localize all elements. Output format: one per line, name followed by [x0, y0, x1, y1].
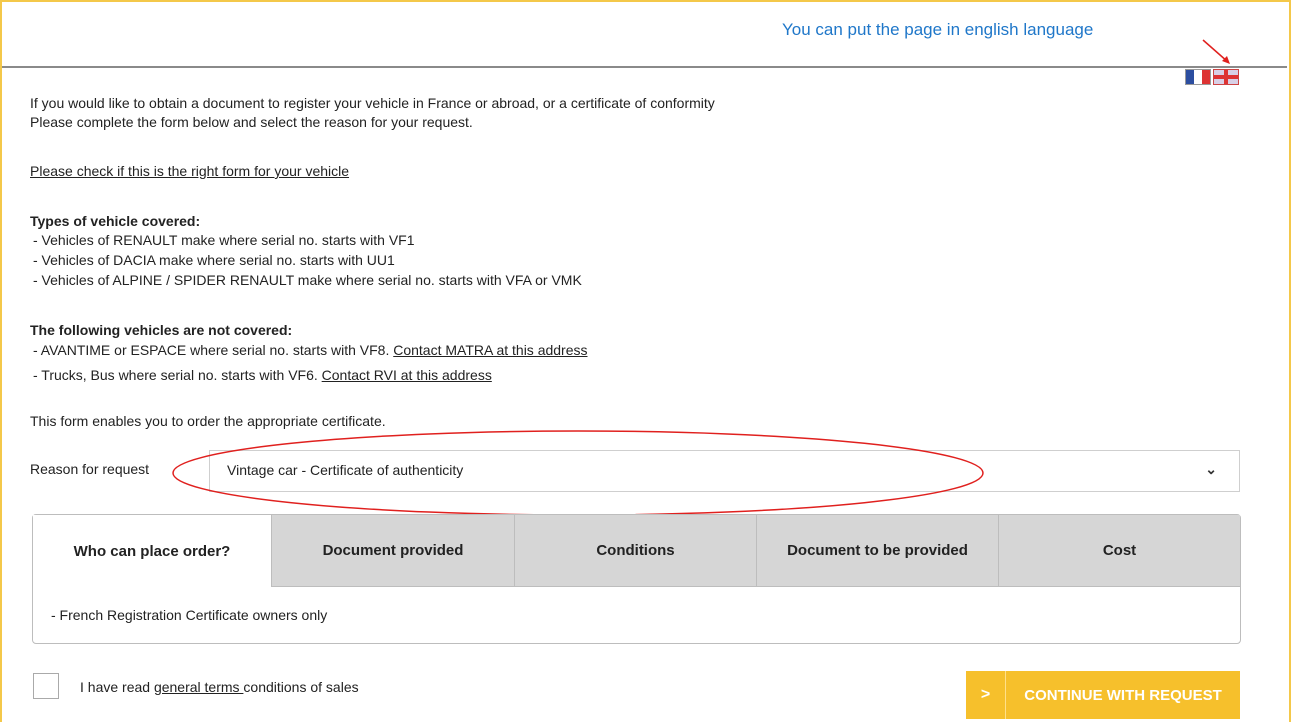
reason-label: Reason for request [30, 461, 150, 477]
info-tabs: Who can place order? Document provided C… [32, 514, 1241, 644]
terms-prefix: I have read [80, 679, 154, 695]
terms-suffix: conditions of sales [243, 679, 359, 695]
covered-item: - Vehicles of DACIA make where serial no… [33, 252, 395, 268]
covered-title: Types of vehicle covered: [30, 213, 201, 229]
continue-button-label: CONTINUE WITH REQUEST [1024, 686, 1222, 704]
language-hint: You can put the page in english language [782, 20, 1094, 39]
not-covered-text: - Trucks, Bus where serial no. starts wi… [33, 367, 322, 383]
chevron-down-icon: ⌄ [1205, 461, 1217, 477]
contact-rvi-link[interactable]: Contact RVI at this address [322, 367, 492, 383]
top-band [2, 2, 1287, 68]
not-covered-text: - AVANTIME or ESPACE where serial no. st… [33, 342, 394, 358]
form-note: This form enables you to order the appro… [30, 413, 386, 429]
terms-checkbox[interactable] [33, 673, 59, 699]
english-flag-icon[interactable] [1213, 69, 1239, 85]
terms-label: I have read general terms conditions of … [80, 679, 359, 695]
check-form-link[interactable]: Please check if this is the right form f… [30, 162, 349, 180]
general-terms-link[interactable]: general terms [154, 679, 243, 695]
tab-conditions[interactable]: Conditions [514, 515, 756, 587]
intro-line-2: Please complete the form below and selec… [30, 114, 473, 130]
not-covered-item: - Trucks, Bus where serial no. starts wi… [33, 366, 492, 384]
tab-who-can-place-order[interactable]: Who can place order? [33, 515, 271, 587]
covered-item: - Vehicles of ALPINE / SPIDER RENAULT ma… [33, 272, 582, 288]
tab-document-provided[interactable]: Document provided [271, 515, 514, 587]
tab-cost[interactable]: Cost [998, 515, 1240, 587]
french-flag-icon[interactable] [1185, 69, 1211, 85]
not-covered-title: The following vehicles are not covered: [30, 322, 293, 338]
not-covered-item: - AVANTIME or ESPACE where serial no. st… [33, 341, 588, 359]
tab-content: - French Registration Certificate owners… [51, 607, 328, 623]
continue-button[interactable]: > CONTINUE WITH REQUEST [966, 671, 1240, 719]
chevron-right-icon: > [966, 671, 1006, 719]
contact-matra-link[interactable]: Contact MATRA at this address [393, 342, 587, 358]
tab-document-to-be-provided[interactable]: Document to be provided [756, 515, 998, 587]
reason-select[interactable]: Vintage car - Certificate of authenticit… [209, 450, 1240, 492]
intro-line-1: If you would like to obtain a document t… [30, 95, 715, 111]
covered-item: - Vehicles of RENAULT make where serial … [33, 232, 415, 248]
reason-selected-value: Vintage car - Certificate of authenticit… [227, 462, 464, 478]
